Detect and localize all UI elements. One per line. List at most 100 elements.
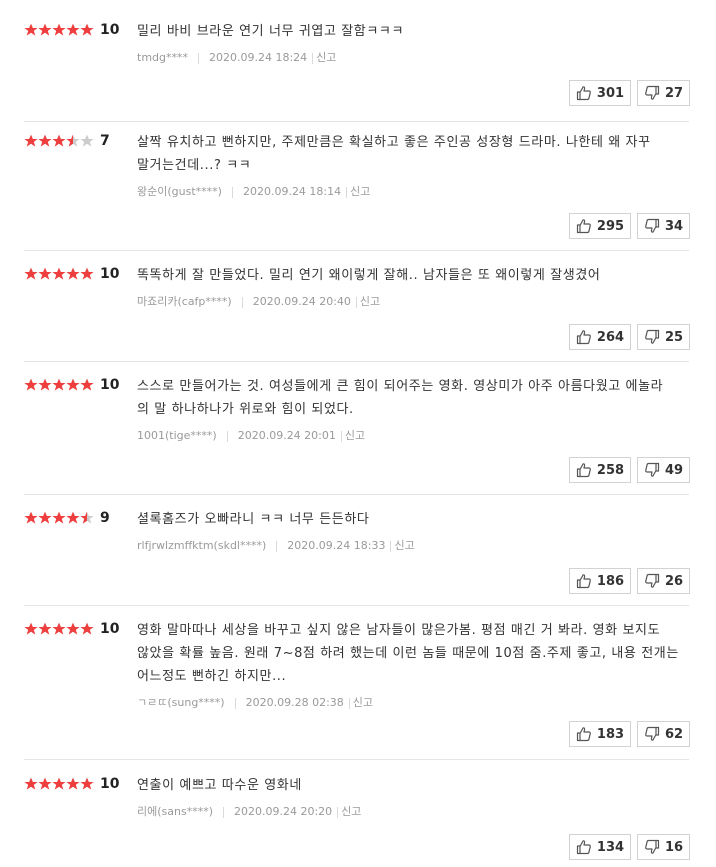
star-full-icon	[24, 23, 38, 36]
dislike-count: 16	[664, 839, 684, 855]
review-meta: 리에(sans****) 2020.09.24 20:20 신고	[137, 804, 361, 820]
like-count: 186	[596, 573, 625, 589]
review-text: 연출이 예쁘고 따수운 영화네	[137, 778, 302, 793]
stars	[24, 23, 94, 37]
reviewer-id: rlfjrwlzmffktm(skdl****)	[137, 539, 267, 552]
like-button[interactable]: 301	[569, 80, 631, 106]
review-text: 스스로 만들어가는 것. 여성들에게 큰 힘이 되어주는 영화. 영상미가 아주…	[137, 379, 664, 417]
report-link[interactable]: 신고	[341, 804, 361, 820]
meta-divider	[390, 540, 392, 552]
reviewer-id: 마죠리카(cafp****)	[137, 295, 232, 308]
dislike-button[interactable]: 25	[637, 324, 690, 350]
like-button[interactable]: 258	[569, 457, 631, 483]
thumbs-up-icon	[576, 86, 591, 101]
like-count: 295	[596, 218, 625, 234]
reviewer-id: 왕순이(gust****)	[137, 185, 222, 198]
meta-divider	[348, 697, 350, 709]
star-full-icon	[80, 378, 94, 391]
stars	[24, 134, 94, 148]
like-count: 134	[596, 839, 625, 855]
review-text: 셜록홈즈가 오빠라니 ㅋㅋ 너무 든든하다	[137, 512, 370, 527]
dislike-button[interactable]: 49	[637, 457, 690, 483]
dislike-count: 49	[664, 462, 684, 478]
review-date: 2020.09.28 02:38	[245, 696, 344, 709]
thumbs-down-icon	[645, 573, 660, 588]
review-text: 살짝 유치하고 뻔하지만, 주제만큼은 확실하고 좋은 주인공 성장형 드라마.…	[137, 135, 651, 173]
star-rating: 10	[24, 375, 119, 395]
review-date: 2020.09.24 20:20	[234, 805, 333, 818]
thumbs-down-icon	[645, 839, 660, 854]
thumbs-up-icon	[576, 840, 591, 855]
star-full-icon	[52, 23, 66, 36]
meta-divider	[223, 806, 224, 818]
like-button[interactable]: 186	[569, 568, 631, 594]
star-rating: 10	[24, 774, 119, 794]
thumbs-down-icon	[645, 218, 660, 233]
dislike-count: 34	[664, 218, 684, 234]
star-full-icon	[66, 378, 80, 391]
meta-divider	[226, 430, 228, 442]
rating-score: 7	[100, 133, 110, 149]
star-full-icon	[66, 267, 80, 280]
star-full-icon	[52, 378, 66, 391]
star-rating: 10	[24, 20, 119, 40]
report-link[interactable]: 신고	[350, 184, 370, 200]
rating-score: 10	[100, 621, 120, 637]
star-full-icon	[24, 511, 38, 524]
review-meta: rlfjrwlzmffktm(skdl****) 2020.09.24 18:33…	[137, 538, 415, 554]
review-divider	[24, 494, 689, 495]
star-full-icon	[52, 134, 66, 147]
star-full-icon	[52, 622, 66, 635]
report-link[interactable]: 신고	[345, 428, 365, 444]
star-full-icon	[52, 777, 66, 790]
dislike-button[interactable]: 34	[637, 213, 690, 239]
star-full-icon	[80, 23, 94, 36]
report-link[interactable]: 신고	[394, 538, 414, 554]
dislike-button[interactable]: 16	[637, 834, 690, 860]
rating-score: 9	[100, 510, 110, 526]
like-button[interactable]: 134	[569, 834, 631, 860]
review-text: 밀리 바비 브라운 연기 너무 귀엽고 잘함ㅋㅋㅋ	[137, 24, 405, 39]
thumbs-up-icon	[576, 219, 591, 234]
report-link[interactable]: 신고	[316, 50, 336, 66]
star-full-icon	[66, 777, 80, 790]
like-button[interactable]: 183	[569, 721, 631, 747]
stars	[24, 622, 94, 636]
stars	[24, 511, 94, 525]
star-full-icon	[66, 23, 80, 36]
reviewer-id: ㄱㄹㄸ(sung****)	[137, 696, 225, 709]
star-full-icon	[24, 267, 38, 280]
review-date: 2020.09.24 18:14	[242, 185, 342, 198]
star-full-icon	[52, 267, 66, 280]
review-divider	[24, 605, 689, 606]
report-link[interactable]: 신고	[353, 695, 373, 711]
star-full-icon	[66, 511, 80, 524]
review-meta: tmdg**** 2020.09.24 18:24 신고	[137, 50, 336, 66]
rating-score: 10	[100, 377, 120, 393]
dislike-button[interactable]: 27	[637, 80, 690, 106]
thumbs-up-icon	[576, 463, 591, 478]
review-divider	[24, 361, 689, 362]
vote-buttons: 134 16	[569, 834, 690, 860]
review-date: 2020.09.24 20:40	[252, 295, 351, 308]
review-meta: 왕순이(gust****) 2020.09.24 18:14 신고	[137, 184, 370, 200]
dislike-button[interactable]: 62	[637, 721, 690, 747]
star-rating: 7	[24, 131, 110, 151]
vote-buttons: 301 27	[569, 80, 690, 106]
thumbs-down-icon	[645, 462, 660, 477]
star-full-icon	[24, 378, 38, 391]
like-button[interactable]: 264	[569, 324, 631, 350]
star-full-icon	[24, 622, 38, 635]
like-count: 258	[596, 462, 625, 478]
like-button[interactable]: 295	[569, 213, 631, 239]
dislike-button[interactable]: 26	[637, 568, 690, 594]
star-full-icon	[38, 267, 52, 280]
star-full-icon	[24, 777, 38, 790]
meta-divider	[340, 430, 342, 442]
star-rating: 10	[24, 619, 119, 639]
dislike-count: 27	[664, 85, 684, 101]
report-link[interactable]: 신고	[360, 294, 380, 310]
meta-divider	[355, 296, 357, 308]
star-half-icon	[66, 134, 80, 147]
star-full-icon	[80, 267, 94, 280]
